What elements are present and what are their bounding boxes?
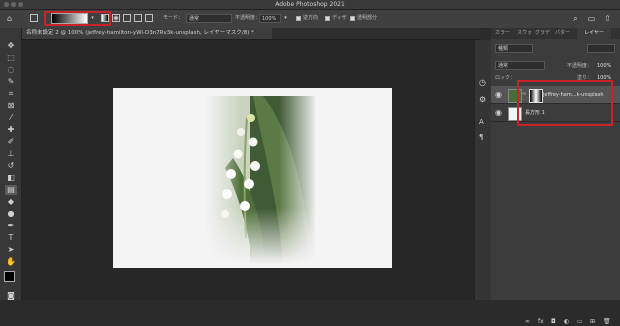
transparency-label: 透明部分 (357, 15, 378, 21)
home-icon[interactable]: ⌂ (5, 14, 14, 23)
new-layer-icon[interactable]: ⊞ (590, 318, 595, 326)
new-group-icon[interactable]: ▭ (577, 318, 583, 326)
foreground-color-swatch[interactable] (4, 271, 15, 282)
options-bar: ⌂ ▾ モード： 通常 不透明度： 100% ▾ 逆方向 ディザ 透明部分 ⌕ … (0, 10, 620, 29)
tab-patterns[interactable]: パター (555, 28, 570, 39)
share-icon[interactable]: ⇧ (603, 14, 612, 23)
hand-tool-icon[interactable]: ✋ (5, 257, 17, 267)
document-canvas[interactable] (113, 88, 392, 268)
adjustment-layer-icon[interactable]: ◐ (564, 318, 569, 326)
reverse-label: 逆方向 (303, 15, 319, 21)
path-select-tool-icon[interactable]: ➤ (5, 245, 17, 255)
mode-select[interactable]: 通常 (186, 14, 232, 23)
lily-of-the-valley-photo (205, 96, 317, 264)
document-tab[interactable]: 名称未設定 2 @ 100% (jeffrey-hamilton-yWi-D3n… (22, 28, 272, 39)
lasso-tool-icon[interactable]: ◌ (5, 65, 17, 75)
opacity-label: 不透明度： (235, 15, 261, 21)
add-mask-icon[interactable]: ◘ (551, 318, 556, 326)
lock-label: ロック： (495, 75, 516, 81)
crop-tool-icon[interactable]: ⌗ (5, 89, 17, 99)
tab-gradients[interactable]: グラデ (535, 28, 550, 39)
quick-select-tool-icon[interactable]: ✎ (5, 77, 17, 87)
title-bar: Adobe Photoshop 2021 (0, 0, 620, 10)
move-tool-icon[interactable]: ✥ (5, 41, 17, 51)
history-icon[interactable]: ◷ (479, 78, 486, 87)
tool-preset-icon[interactable] (30, 14, 38, 22)
brush-tool-icon[interactable]: ✐ (5, 137, 17, 147)
kind-filter-select[interactable]: 種類 (495, 44, 533, 53)
search-icon[interactable]: ⌕ (571, 14, 580, 23)
eyedropper-tool-icon[interactable]: ⁄ (5, 113, 17, 123)
clone-stamp-tool-icon[interactable]: ⊥ (5, 149, 17, 159)
filter-toggle[interactable] (587, 44, 615, 53)
opacity-dropdown-icon[interactable]: ▾ (281, 14, 290, 23)
character-icon[interactable]: A (479, 118, 484, 126)
gradient-tool-icon[interactable]: ▤ (5, 185, 17, 195)
properties-icon[interactable]: ⚙ (479, 95, 486, 104)
layers-panel: カラー スウォ グラデ パター レイヤー 種類 通常 不透明度： 100% ロッ… (491, 28, 620, 325)
frame-tool-icon[interactable]: ⊠ (5, 101, 17, 111)
visibility-eye-icon[interactable]: ◉ (495, 108, 502, 117)
layer-style-icon[interactable]: fx (538, 318, 544, 326)
layer-opacity-value[interactable]: 100% (597, 62, 611, 70)
collapsed-panels-strip: ◷ ⚙ A ¶ (474, 40, 492, 300)
delete-layer-icon[interactable]: 🗑 (603, 318, 611, 326)
paragraph-icon[interactable]: ¶ (479, 133, 483, 141)
reverse-checkbox[interactable] (296, 16, 301, 21)
link-layers-icon[interactable]: ∞ (525, 318, 530, 326)
dither-label: ディザ (332, 15, 347, 21)
diamond-gradient-icon[interactable] (145, 14, 153, 22)
reflected-gradient-icon[interactable] (134, 14, 142, 22)
workspace-icon[interactable]: ▭ (587, 14, 596, 23)
dither-checkbox[interactable] (325, 16, 330, 21)
marquee-tool-icon[interactable]: ⬚ (5, 53, 17, 63)
tab-layers[interactable]: レイヤー (577, 28, 611, 39)
opacity-input[interactable]: 100% (259, 14, 281, 23)
layers-highlight (517, 80, 613, 126)
tab-swatches[interactable]: スウォ (517, 28, 532, 39)
radial-gradient-icon[interactable] (112, 14, 120, 22)
angle-gradient-icon[interactable] (123, 14, 131, 22)
history-brush-tool-icon[interactable]: ↺ (5, 161, 17, 171)
window-title: Adobe Photoshop 2021 (275, 1, 345, 8)
linear-gradient-icon[interactable] (101, 14, 109, 22)
visibility-eye-icon[interactable]: ◉ (495, 90, 502, 99)
tools-panel: ✥ ⬚ ◌ ✎ ⌗ ⊠ ⁄ ✚ ✐ ⊥ ↺ ◧ ▤ ◆ ● ✒ T ➤ ✋ ◙ (0, 28, 22, 300)
type-tool-icon[interactable]: T (5, 233, 17, 243)
mode-label: モード： (163, 15, 184, 21)
tab-color[interactable]: カラー (495, 28, 510, 39)
transparency-checkbox[interactable] (350, 16, 355, 21)
eraser-tool-icon[interactable]: ◧ (5, 173, 17, 183)
blur-tool-icon[interactable]: ◆ (5, 197, 17, 207)
pen-tool-icon[interactable]: ✒ (5, 221, 17, 231)
layer-opacity-label: 不透明度： (567, 63, 593, 69)
blend-mode-select[interactable]: 通常 (495, 61, 545, 70)
healing-brush-tool-icon[interactable]: ✚ (5, 125, 17, 135)
dodge-tool-icon[interactable]: ● (5, 209, 17, 219)
